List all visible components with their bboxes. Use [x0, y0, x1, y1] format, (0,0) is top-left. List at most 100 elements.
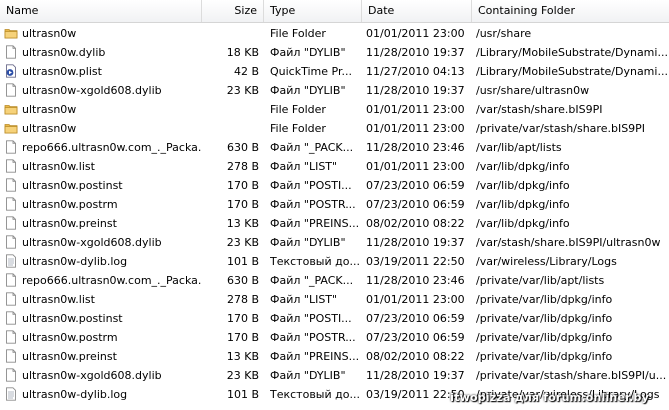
file-date: 07/23/2010 06:59 [366, 312, 465, 325]
containing-folder: /var/wireless/Library/Logs [476, 255, 617, 268]
file-name: ultrasn0w [22, 103, 77, 116]
file-name: ultrasn0w.postrm [22, 198, 118, 211]
file-type: Файл "_PACK... [270, 141, 354, 154]
containing-folder: /var/lib/dpkg/info [476, 160, 570, 173]
file-type: Файл "DYLIB" [270, 46, 346, 59]
containing-folder: /private/var/lib/apt/lists [476, 274, 605, 287]
file-type: Файл "PREINS... [270, 217, 360, 230]
containing-folder: /private/var/lib/dpkg/info [476, 350, 613, 363]
file-date: 11/28/2010 19:37 [366, 369, 465, 382]
column-header-size[interactable]: Size [202, 0, 264, 22]
file-row[interactable]: ultrasn0w.postinst 170 B Файл "POSTI... 07/… [0, 309, 669, 328]
file-row[interactable]: ultrasn0w.preinst 13 KB Файл "PREINS... 08/… [0, 347, 669, 366]
file-type: Файл "DYLIB" [270, 236, 346, 249]
file-row[interactable]: ultrasn0w File Folder 01/01/2011 23:00/pri… [0, 119, 669, 138]
containing-folder: /private/var/lib/dpkg/info [476, 331, 613, 344]
column-header-name[interactable]: Name [0, 0, 202, 22]
file-date: 08/02/2010 08:22 [366, 350, 465, 363]
file-type: Файл "DYLIB" [270, 369, 346, 382]
containing-folder: /var/lib/dpkg/info [476, 198, 570, 211]
file-row[interactable]: ultrasn0w File Folder 01/01/2011 23:00/usr… [0, 24, 669, 43]
file-row[interactable]: ultrasn0w-xgold608.dylib 23 KB Файл "DYLIB… [0, 81, 669, 100]
file-name: ultrasn0w-dylib.log [22, 255, 128, 268]
file-size: 23 KB [226, 84, 259, 97]
file-row[interactable]: ultrasn0w.postinst 170 B Файл "POSTI... 07/… [0, 176, 669, 195]
containing-folder: /var/lib/apt/lists [476, 141, 562, 154]
file-type: Текстовый до... [270, 388, 360, 401]
file-date: 11/28/2010 23:46 [366, 274, 465, 287]
file-row[interactable]: ultrasn0w.preinst 13 KB Файл "PREINS... 08/… [0, 214, 669, 233]
column-header-type[interactable]: Type [264, 0, 362, 22]
file-type: Файл "POSTI... [270, 179, 352, 192]
file-name: ultrasn0w.preinst [22, 350, 117, 363]
file-name: ultrasn0w-xgold608.dylib [22, 84, 162, 97]
file-size: 101 B [226, 255, 259, 268]
file-size: 278 B [226, 160, 259, 173]
file-name: ultrasn0w-xgold608.dylib [22, 236, 162, 249]
file-name: ultrasn0w.postrm [22, 331, 118, 344]
file-date: 11/28/2010 19:37 [366, 84, 465, 97]
watermark: itwopizza для forum.onliner.by [450, 391, 649, 404]
file-row[interactable]: ultrasn0w-xgold608.dylib 23 KB Файл "DYLIB… [0, 366, 669, 385]
file-name: ultrasn0w.dylib [22, 46, 106, 59]
file-row[interactable]: ultrasn0w.postrm 170 B Файл "POSTR... 07/23… [0, 328, 669, 347]
containing-folder: /usr/share [476, 27, 532, 40]
file-type: Файл "DYLIB" [270, 84, 346, 97]
file-type: Файл "POSTR... [270, 331, 356, 344]
file-size: 42 B [233, 65, 259, 78]
file-size: 23 KB [226, 236, 259, 249]
column-header-containing-folder[interactable]: Containing Folder [472, 0, 669, 22]
file-name: repo666.ultrasn0w.com_._Packa... [22, 274, 202, 287]
file-type: Файл "LIST" [270, 293, 338, 306]
file-name: ultrasn0w.list [22, 293, 95, 306]
containing-folder: /private/var/stash/share.bIS9PI [476, 122, 646, 135]
file-date: 03/19/2011 22:50 [366, 255, 465, 268]
file-date: 11/27/2010 04:13 [366, 65, 465, 78]
file-row[interactable]: repo666.ultrasn0w.com_._Packa... 630 B Фай… [0, 271, 669, 290]
file-row[interactable]: ultrasn0w.plist 42 B QuickTime Pr... 11/27/… [0, 62, 669, 81]
file-date: 11/28/2010 23:46 [366, 141, 465, 154]
file-date: 07/23/2010 06:59 [366, 179, 465, 192]
file-date: 11/28/2010 19:37 [366, 46, 465, 59]
file-name: ultrasn0w.postinst [22, 312, 123, 325]
file-size [202, 100, 261, 119]
containing-folder: /var/stash/share.bIS9PI [476, 103, 603, 116]
file-row[interactable]: ultrasn0w.list 278 B Файл "LIST" 01/01/2011… [0, 157, 669, 176]
containing-folder: /Library/MobileSubstrate/Dynami... [476, 46, 668, 59]
file-row[interactable]: ultrasn0w.postrm 170 B Файл "POSTR... 07/23… [0, 195, 669, 214]
file-type: File Folder [270, 27, 326, 40]
file-size: 13 KB [226, 350, 259, 363]
column-header-bar: Name Size Type Date Containing Folder [0, 0, 669, 23]
file-date: 07/23/2010 06:59 [366, 331, 465, 344]
file-row[interactable]: ultrasn0w-dylib.log 101 B Текстовый до... 0… [0, 252, 669, 271]
file-name: ultrasn0w-dylib.log [22, 388, 128, 401]
file-name: ultrasn0w.plist [22, 65, 102, 78]
file-size: 13 KB [226, 217, 259, 230]
file-size: 630 B [226, 141, 259, 154]
containing-folder: /private/var/lib/dpkg/info [476, 312, 613, 325]
file-date: 08/02/2010 08:22 [366, 217, 465, 230]
file-type: File Folder [270, 103, 326, 116]
file-name: ultrasn0w [22, 27, 77, 40]
file-row[interactable]: ultrasn0w File Folder 01/01/2011 23:00/var… [0, 100, 669, 119]
file-size [202, 24, 261, 43]
file-date: 01/01/2011 23:00 [366, 122, 465, 135]
file-date: 01/01/2011 23:00 [366, 293, 465, 306]
file-type: Файл "LIST" [270, 160, 338, 173]
file-row[interactable]: ultrasn0w-xgold608.dylib 23 KB Файл "DYLIB… [0, 233, 669, 252]
file-name: repo666.ultrasn0w.com_._Packa... [22, 141, 202, 154]
file-date: 01/01/2011 23:00 [366, 27, 465, 40]
containing-folder: /private/var/lib/dpkg/info [476, 293, 613, 306]
file-name: ultrasn0w [22, 122, 77, 135]
file-size: 170 B [226, 331, 259, 344]
file-row[interactable]: ultrasn0w.list 278 B Файл "LIST" 01/01/2011… [0, 290, 669, 309]
file-row[interactable]: repo666.ultrasn0w.com_._Packa... 630 B Фай… [0, 138, 669, 157]
file-row[interactable]: ultrasn0w.dylib 18 KB Файл "DYLIB" 11/28/20… [0, 43, 669, 62]
file-name: ultrasn0w.preinst [22, 217, 117, 230]
containing-folder: /var/lib/dpkg/info [476, 217, 570, 230]
file-name: ultrasn0w.list [22, 160, 95, 173]
column-header-date[interactable]: Date [362, 0, 472, 22]
file-size: 170 B [226, 198, 259, 211]
file-size: 18 KB [226, 46, 259, 59]
file-type: QuickTime Pr... [270, 65, 352, 78]
